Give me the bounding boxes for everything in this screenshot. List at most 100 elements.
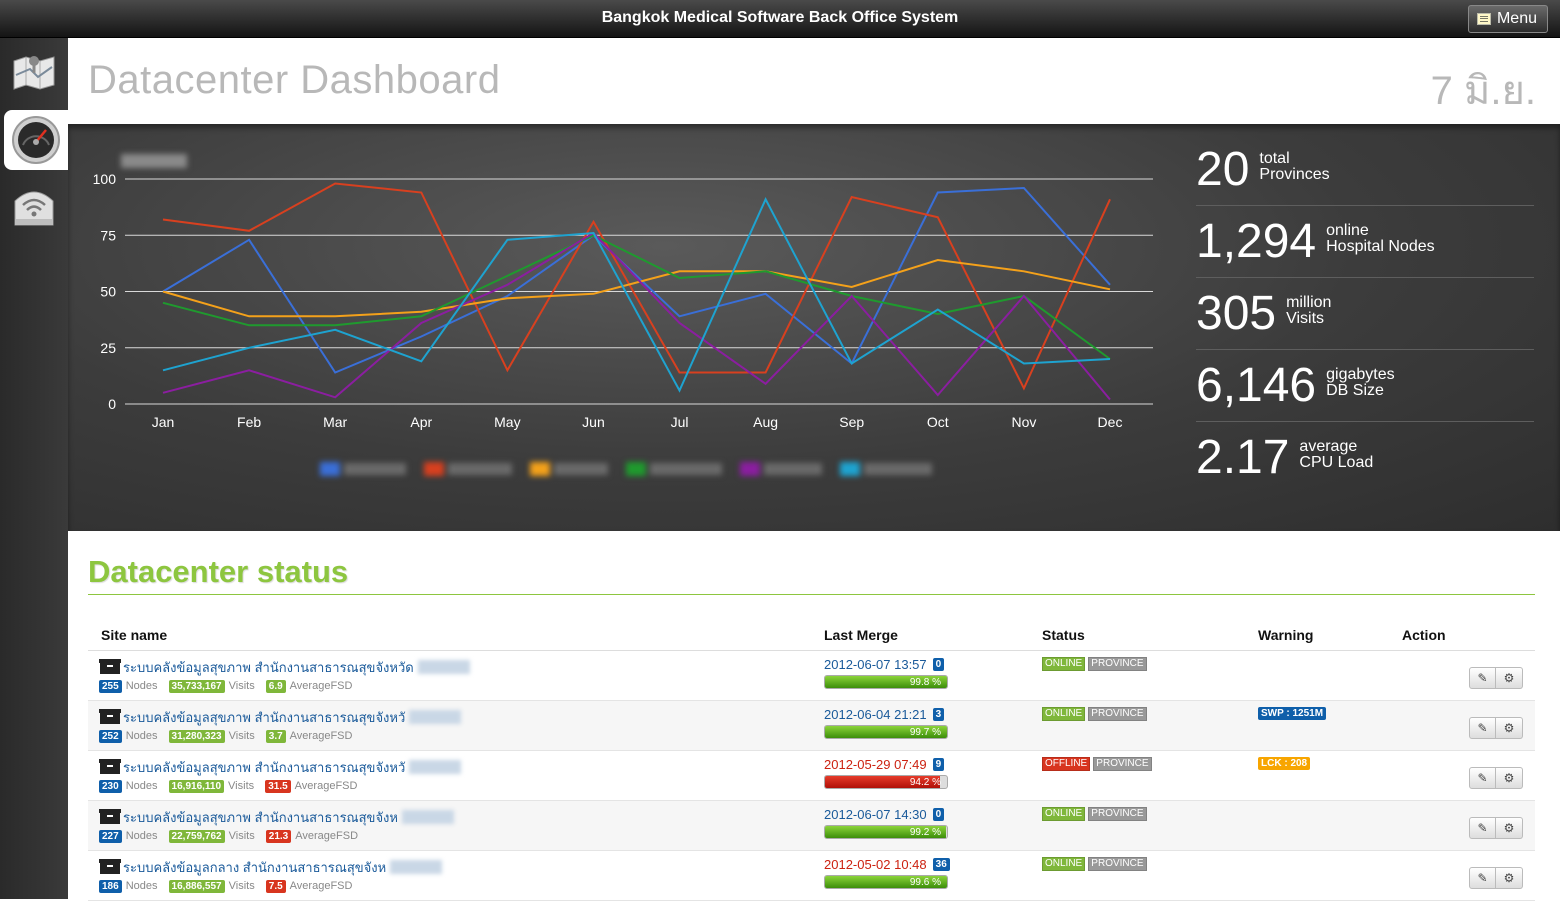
site-link[interactable]: ระบบคลังข้อมูลกลาง สำนักงานสาธารณสุขจังห [88, 857, 811, 878]
type-badge: PROVINCE [1088, 706, 1147, 721]
x-tick-label: Aug [753, 414, 778, 430]
merge-progress-bar: 99.6 % [824, 874, 948, 889]
merge-progress-text: 99.7 % [909, 726, 941, 738]
warning-cell: LCK : 208 [1245, 750, 1389, 801]
stat-label-line2: Hospital Nodes [1326, 237, 1435, 255]
edit-button[interactable]: ✎ [1469, 766, 1496, 789]
stat-label: average CPU Load [1299, 439, 1373, 471]
type-badge: PROVINCE [1088, 656, 1147, 671]
wifi-router-icon [14, 191, 54, 226]
stat-value: 6,146 [1196, 358, 1317, 412]
edit-button[interactable]: ✎ [1469, 816, 1496, 839]
table-row: ระบบคลังข้อมูลสุขภาพ สำนักงานสาธารณสุขจั… [88, 700, 1535, 751]
visits-badge: 35,733,167 [168, 679, 225, 693]
monthly-line-chart: 0 25 50 75 100 Jan Feb Mar Apr May Jun Jul Aug Sep Oct… [93, 154, 1153, 476]
legend-label-redacted [650, 463, 722, 475]
merge-count-badge: 3 [932, 707, 945, 721]
visits-badge: 16,886,557 [168, 879, 225, 893]
edit-button[interactable]: ✎ [1469, 716, 1496, 739]
merge-cell: 2012-06-04 21:21 3 99.7 % [811, 700, 1029, 751]
map-icon [13, 56, 55, 90]
merge-date-text: 2012-06-07 13:57 [824, 656, 927, 672]
action-group: ✎ ⚙ [1389, 757, 1535, 789]
legend-swatch [424, 462, 444, 476]
section-title: Datacenter status [88, 554, 349, 589]
merge-progress-text: 99.8 % [909, 676, 941, 688]
stat-item: 305 million Visits [1196, 278, 1534, 350]
gear-icon: ⚙ [1503, 720, 1515, 735]
type-badge: PROVINCE [1088, 806, 1147, 821]
site-link[interactable]: ระบบคลังข้อมูลสุขภาพ สำนักงานสาธารณสุขจั… [88, 807, 811, 828]
site-cell: ระบบคลังข้อมูลสุขภาพ สำนักงานสาธารณสุขจั… [88, 750, 811, 801]
archive-box-icon [99, 759, 121, 774]
stat-label-line2: DB Size [1326, 381, 1384, 399]
status-cell: ONLINE PROVINCE [1029, 700, 1245, 751]
fsd-badge: 3.7 [265, 729, 286, 743]
site-meta: 255 Nodes 35,733,167 Visits 6.9 AverageFSD [88, 679, 811, 693]
archive-box-icon [99, 659, 121, 674]
menu-label: Menu [1496, 10, 1537, 27]
x-tick-label: Dec [1098, 414, 1123, 430]
table-row: ระบบคลังข้อมูลสุขภาพ สำนักงานสาธารณสุขจั… [88, 750, 1535, 801]
series-line-2 [162, 182, 1111, 391]
overview-panel: 0 25 50 75 100 Jan Feb Mar Apr May Jun Jul Aug Sep Oct… [68, 124, 1560, 531]
stat-label-line1: online [1326, 221, 1369, 239]
settings-button[interactable]: ⚙ [1496, 866, 1523, 889]
edit-button[interactable]: ✎ [1469, 866, 1496, 889]
edit-button[interactable]: ✎ [1469, 666, 1496, 689]
stat-item: 1,294 online Hospital Nodes [1196, 206, 1534, 278]
merge-cell: 2012-06-07 14:30 0 99.2 % [811, 800, 1029, 851]
action-group: ✎ ⚙ [1389, 707, 1535, 739]
menu-icon [1476, 13, 1491, 25]
merge-progress-text: 99.2 % [909, 826, 941, 838]
merge-count-badge: 0 [932, 657, 945, 671]
x-tick-label: Oct [927, 414, 949, 430]
nodes-label: Nodes [125, 780, 158, 792]
x-tick-label: Jun [582, 414, 605, 430]
table-row: ระบบคลังข้อมูลสุขภาพ สำนักงานสาธารณสุขจั… [88, 800, 1535, 851]
site-link[interactable]: ระบบคลังข้อมูลสุขภาพ สำนักงานสาธารณสุขจั… [88, 657, 811, 678]
sidebar-item-network[interactable] [0, 176, 68, 236]
site-name-text: ระบบคลังข้อมูลสุขภาพ สำนักงานสาธารณสุขจั… [123, 809, 398, 825]
main-content: Datacenter Dashboard 7 มิ.ย. 0 25 50 75 100 J… [68, 38, 1560, 901]
sidebar-item-map[interactable] [0, 42, 68, 102]
stat-item: 6,146 gigabytes DB Size [1196, 350, 1534, 422]
legend-label-redacted [864, 463, 932, 475]
merge-cell: 2012-06-07 13:57 0 99.8 % [811, 650, 1029, 701]
merge-date: 2012-05-29 07:49 9 [824, 757, 1029, 772]
site-cell: ระบบคลังข้อมูลสุขภาพ สำนักงานสาธารณสุขจั… [88, 700, 811, 751]
col-status: Status [1029, 620, 1245, 651]
merge-progress-bar: 99.2 % [824, 824, 948, 839]
sidebar-item-dashboard[interactable] [4, 110, 68, 170]
site-meta: 230 Nodes 16,916,110 Visits 31.5 AverageFSD [88, 779, 811, 793]
action-cell: ✎ ⚙ [1389, 850, 1535, 901]
stat-value: 20 [1196, 142, 1250, 196]
legend-label-redacted [448, 463, 512, 475]
settings-button[interactable]: ⚙ [1496, 766, 1523, 789]
merge-count-badge: 0 [932, 807, 945, 821]
merge-progress-text: 99.6 % [909, 876, 941, 888]
warning-cell [1245, 850, 1389, 901]
legend-swatch [740, 462, 760, 476]
nodes-badge: 227 [99, 829, 122, 843]
table-header-row: Site name Last Merge Status Warning Acti… [88, 620, 1535, 651]
settings-button[interactable]: ⚙ [1496, 716, 1523, 739]
sidebar [0, 38, 68, 899]
action-group: ✎ ⚙ [1389, 807, 1535, 839]
series-line-1 [162, 186, 1111, 374]
settings-button[interactable]: ⚙ [1496, 816, 1523, 839]
site-link[interactable]: ระบบคลังข้อมูลสุขภาพ สำนักงานสาธารณสุขจั… [88, 757, 811, 778]
visits-label: Visits [228, 780, 255, 792]
site-meta: 252 Nodes 31,280,323 Visits 3.7 AverageFSD [88, 729, 811, 743]
site-name-text: ระบบคลังข้อมูลสุขภาพ สำนักงานสาธารณสุขจั… [123, 709, 406, 725]
status-badge: ONLINE [1042, 656, 1086, 671]
stat-label: million Visits [1286, 294, 1331, 327]
merge-progress-bar: 99.7 % [824, 724, 948, 739]
menu-button[interactable]: Menu [1467, 5, 1548, 33]
settings-button[interactable]: ⚙ [1496, 666, 1523, 689]
merge-progress-bar: 94.2 % [824, 774, 948, 789]
pencil-icon: ✎ [1477, 820, 1488, 835]
site-link[interactable]: ระบบคลังข้อมูลสุขภาพ สำนักงานสาธารณสุขจั… [88, 707, 811, 728]
y-tick-label: 0 [108, 396, 116, 412]
col-action: Action [1389, 620, 1535, 651]
